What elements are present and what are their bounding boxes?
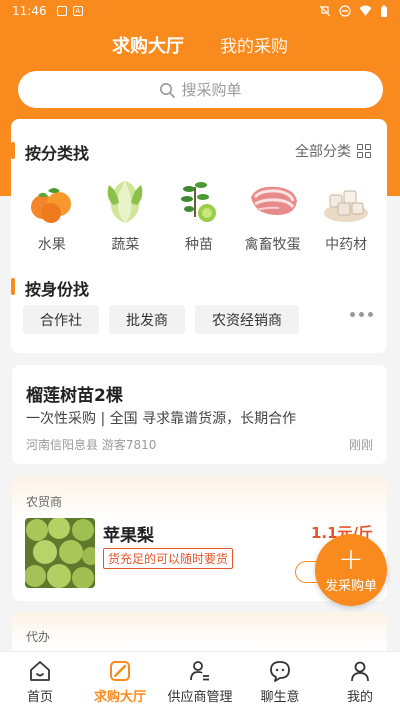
supply-tag: 农贸商 — [26, 495, 63, 509]
status-bar: 11:46 A — [0, 0, 400, 22]
nav-label: 求购大厅 — [93, 689, 146, 705]
nav-chat[interactable]: 聊生意 — [241, 659, 319, 705]
supplier-icon — [190, 660, 209, 680]
tab-my-purchases[interactable]: 我的采购 — [220, 32, 288, 58]
user-icon — [351, 661, 369, 681]
pork-icon — [250, 186, 297, 215]
category-card: 按分类找 全部分类 水果 蔬菜 种苗 禽畜牧蛋 中药材 按身份找 合作社 批发商… — [10, 119, 387, 353]
oranges-icon — [30, 188, 71, 223]
post-purchase-button[interactable]: + 发采购单 — [315, 534, 387, 606]
gallery-notification-icon — [56, 6, 67, 16]
category-item-fruit[interactable]: 水果 — [17, 177, 87, 254]
plus-icon: + — [338, 541, 364, 577]
request-location: 河南信阳息县 游客7810 — [26, 438, 157, 452]
tab-purchase-hall[interactable]: 求购大厅 — [112, 32, 184, 58]
category-item-seedling[interactable]: 种苗 — [164, 177, 234, 254]
all-categories-button[interactable]: 全部分类 — [295, 141, 371, 161]
nav-label: 首页 — [26, 689, 53, 705]
nav-purchase-hall[interactable]: 求购大厅 — [81, 659, 159, 705]
all-categories-label: 全部分类 — [295, 144, 351, 160]
nav-label: 我的 — [346, 689, 373, 705]
agent-tag: 代办 — [26, 630, 51, 644]
search-placeholder: 搜采购单 — [181, 81, 242, 99]
post-purchase-label: 发采购单 — [324, 578, 377, 594]
identity-section-title: 按身份找 — [10, 276, 89, 300]
category-item-vegetable[interactable]: 蔬菜 — [90, 177, 160, 254]
nav-label: 供应商管理 — [167, 689, 233, 705]
product-name: 苹果梨 — [103, 526, 154, 546]
search-icon — [160, 82, 176, 98]
dnd-icon — [339, 5, 351, 17]
wifi-icon — [359, 5, 372, 16]
app-notification-icon: A — [72, 6, 83, 16]
product-image — [25, 518, 95, 588]
home-icon — [30, 660, 50, 681]
contact-button[interactable] — [295, 561, 317, 583]
category-item-herb[interactable]: 中药材 — [311, 177, 381, 254]
category-label: 蔬菜 — [111, 237, 140, 253]
chip-wholesaler[interactable]: 批发商 — [109, 305, 185, 334]
nav-home[interactable]: 首页 — [1, 659, 79, 705]
category-label: 水果 — [37, 237, 66, 253]
edit-icon — [110, 660, 130, 681]
purchase-request-card[interactable]: 榴莲树苗2棵 一次性采购 | 全国 寻求靠谱货源，长期合作 河南信阳息县 游客7… — [12, 365, 387, 464]
mute-icon — [319, 5, 331, 17]
nav-label: 聊生意 — [260, 689, 300, 705]
cabbage-icon — [108, 181, 143, 223]
grid-icon — [357, 144, 371, 158]
category-item-livestock[interactable]: 禽畜牧蛋 — [238, 177, 308, 254]
category-label: 禽畜牧蛋 — [244, 237, 301, 253]
request-description: 一次性采购 | 全国 寻求靠谱货源，长期合作 — [26, 411, 297, 427]
status-time: 11:46 — [12, 4, 47, 18]
category-label: 中药材 — [325, 237, 368, 253]
category-label: 种苗 — [184, 237, 213, 253]
chip-agri-dealer[interactable]: 农资经销商 — [195, 305, 299, 334]
nav-mine[interactable]: 我的 — [321, 659, 399, 705]
stock-badge: 货充足的可以随时要货 — [103, 548, 234, 569]
bottom-nav: 首页 求购大厅 供应商管理 聊生意 我的 — [0, 651, 400, 711]
header-tabs: 求购大厅 我的采购 — [0, 32, 400, 58]
battery-icon — [381, 5, 387, 17]
identity-chips: 合作社 批发商 农资经销商 — [23, 305, 299, 334]
more-icon[interactable] — [350, 312, 373, 317]
herb-icon — [324, 190, 369, 222]
request-time: 刚刚 — [348, 438, 373, 452]
category-list: 水果 蔬菜 种苗 禽畜牧蛋 中药材 — [11, 177, 387, 254]
chip-cooperative[interactable]: 合作社 — [23, 305, 99, 334]
seedling-icon — [180, 182, 216, 222]
nav-supplier-management[interactable]: 供应商管理 — [161, 659, 239, 705]
request-title: 榴莲树苗2棵 — [26, 386, 123, 406]
search-input[interactable]: 搜采购单 — [18, 71, 383, 108]
category-section-title: 按分类找 — [10, 140, 89, 164]
chat-icon — [270, 660, 290, 682]
